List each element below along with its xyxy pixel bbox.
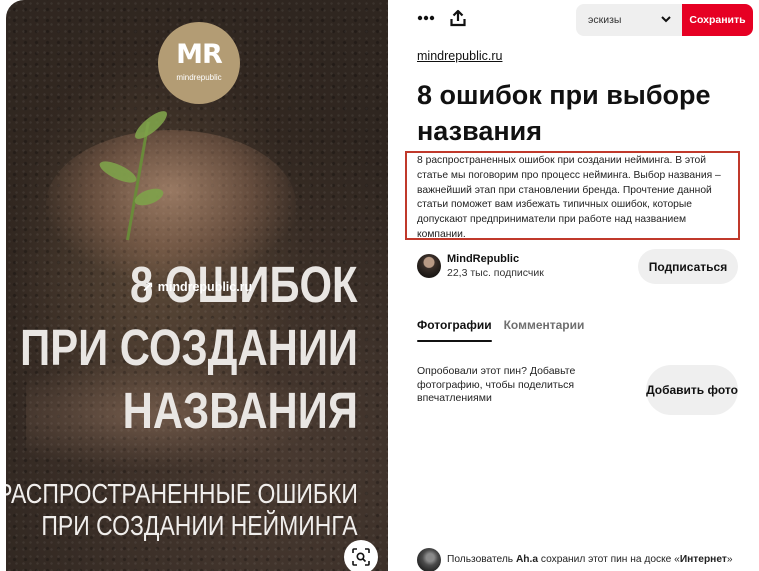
board-select[interactable]: эскизы — [576, 4, 682, 36]
author-avatar[interactable] — [417, 254, 441, 278]
source-link[interactable]: mindrepublic.ru — [417, 49, 502, 63]
pin-description: 8 распространенных ошибок при создании н… — [405, 151, 740, 240]
image-subline-1: РАСПРОСТРАНЕННЫЕ ОШИБКИ — [6, 478, 358, 509]
image-headline-3: НАЗВАНИЯ — [122, 382, 358, 439]
pin-image[interactable]: MR mindrepublic 8 ОШИБОК ПРИ СОЗДАНИИ НА… — [6, 0, 388, 571]
share-upload-icon — [450, 9, 466, 27]
image-subline-2: ПРИ СОЗДАНИИ НЕЙМИНГА — [41, 510, 358, 541]
brand-logo: MR mindrepublic — [158, 22, 240, 104]
saver-prefix: Пользователь — [447, 554, 516, 565]
pin-title: 8 ошибок при выборе названия — [417, 80, 711, 146]
follow-button[interactable]: Подписаться — [638, 249, 738, 284]
tried-prompt: Опробовали этот пин? Добавьте фотографию… — [417, 365, 576, 404]
saver-info: Пользователь Ah.a сохранил этот пин на д… — [417, 547, 757, 571]
tab-photos[interactable]: Фотографии — [417, 318, 492, 342]
author-followers: 22,3 тыс. подписчик — [447, 267, 544, 279]
watermark-link[interactable]: ↗ mindrepublic.ru — [142, 278, 252, 295]
arrow-icon: ↗ — [142, 278, 154, 294]
saver-user-link[interactable]: Ah.a — [516, 554, 538, 565]
image-headline-2: ПРИ СОЗДАНИИ — [20, 319, 358, 376]
share-button[interactable] — [446, 6, 470, 30]
watermark-text: mindrepublic.ru — [157, 279, 253, 294]
tab-comments[interactable]: Комментарии — [504, 318, 585, 342]
save-button[interactable]: Сохранить — [682, 4, 753, 36]
logo-subtitle: mindrepublic — [176, 73, 222, 82]
saver-suffix: » — [726, 554, 733, 565]
author-name[interactable]: MindRepublic — [447, 253, 519, 265]
pin-toolbar: эскизы Сохранить — [388, 0, 759, 40]
more-options-button[interactable] — [414, 6, 438, 30]
content-tabs: Фотографии Комментарии — [417, 318, 584, 342]
visual-search-icon — [352, 548, 370, 566]
logo-mark: MR — [176, 39, 223, 70]
saver-avatar[interactable] — [417, 547, 441, 571]
board-select-value: эскизы — [588, 14, 622, 26]
visual-search-button[interactable] — [344, 540, 378, 571]
saver-board-link[interactable]: Интернет — [680, 554, 727, 565]
add-photo-button[interactable]: Добавить фото — [646, 365, 738, 415]
chevron-down-icon — [661, 16, 671, 23]
more-dots-icon — [417, 15, 435, 21]
saver-middle: сохранил этот пин на доске « — [538, 554, 680, 565]
saver-text: Пользователь Ah.a сохранил этот пин на д… — [447, 554, 733, 565]
